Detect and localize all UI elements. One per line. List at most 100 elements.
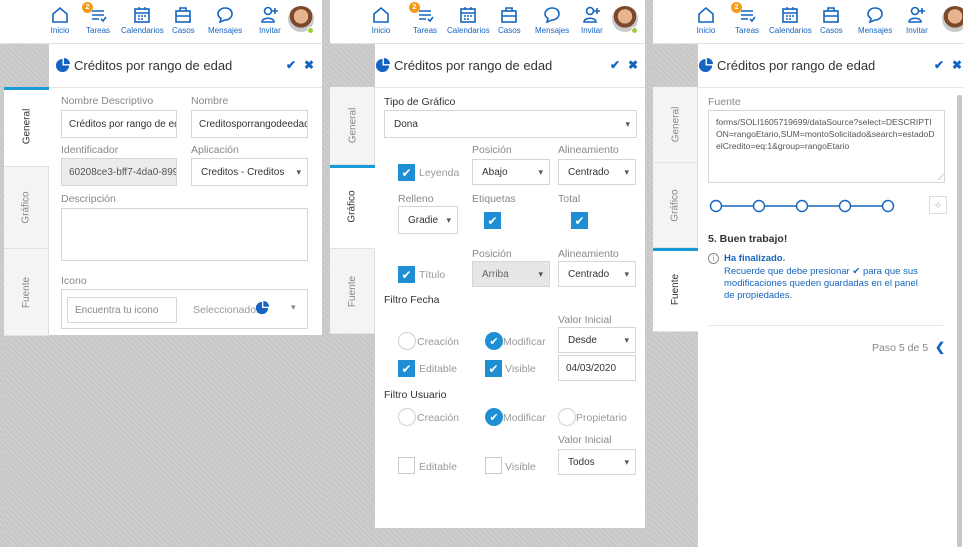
titulo-checkbox[interactable]: ✔ [398,266,415,283]
tab-general[interactable]: General [4,87,49,167]
nav-casos-label: Casos [820,26,843,35]
tab-fuente-label: Fuente [346,275,358,307]
confirm-button[interactable]: ✔ [934,58,944,72]
confirm-button[interactable]: ✔ [610,58,620,72]
leyenda-label: Leyenda [419,167,460,179]
fecha-date-input[interactable]: 04/03/2020 [558,355,636,381]
relleno-select[interactable]: Gradie ▾ [398,206,458,234]
tab-fuente-label: Fuente [669,273,681,306]
fecha-modificar-radio[interactable]: ✔ [485,332,503,350]
total-checkbox[interactable]: ✔ [571,212,588,229]
tabs-bottom-filler [330,334,375,547]
fecha-creacion-radio[interactable] [398,332,416,350]
nav-casos[interactable]: Casos [820,5,843,35]
usuario-valor-select[interactable]: Todos ▾ [558,449,636,475]
aplicacion-select[interactable]: Creditos - Creditos ▾ [191,158,308,186]
panel-title: Créditos por rango de edad [394,58,553,73]
close-button[interactable]: ✖ [952,58,962,72]
nav-tareas[interactable]: 2 Tareas [82,2,110,35]
fuente-textarea[interactable]: forms/SOLI1605719699/dataSource?select=D… [708,110,945,183]
home-icon [373,6,389,23]
nav-calendarios[interactable]: Calendarios [447,5,490,35]
nav-mensajes[interactable]: Mensajes [208,5,242,35]
panel-divider-1 [322,0,330,547]
usuario-propietario-radio[interactable] [558,408,576,426]
tab-grafico-label: Gráfico [346,190,358,223]
nav-invitar[interactable]: Invitar [906,5,928,35]
descripcion-textarea[interactable] [61,208,308,261]
tab-fuente[interactable]: Fuente [653,248,698,332]
chat-icon [544,7,560,24]
fecha-valor-select[interactable]: Desde ▾ [558,327,636,353]
panel-fuente: Inicio 2 Tareas Calendarios Casos Mensaj… [653,0,963,547]
nav-invitar[interactable]: Invitar [581,5,603,35]
tareas-badge: 2 [409,2,420,13]
nav-mensajes[interactable]: Mensajes [858,5,892,35]
briefcase-icon [175,7,192,23]
usuario-modificar-radio[interactable]: ✔ [485,408,503,426]
scrollbar[interactable] [957,95,962,547]
tab-grafico[interactable]: Gráfico [4,167,49,249]
close-button[interactable]: ✖ [628,58,638,72]
tab-general[interactable]: General [330,87,375,165]
tab-general-label: General [669,106,681,143]
chevron-down-icon: ▾ [624,334,629,345]
usuario-creacion-radio[interactable] [398,408,416,426]
prev-step-chevron-icon[interactable]: ❮ [935,340,945,354]
leyenda-posicion-select[interactable]: Abajo ▾ [472,159,550,185]
panel-title: Créditos por rango de edad [74,58,233,73]
usuario-editable-checkbox[interactable] [398,457,415,474]
nav-calendarios[interactable]: Calendarios [121,5,164,35]
nav-mensajes[interactable]: Mensajes [535,5,569,35]
tab-fuente[interactable]: Fuente [4,249,49,336]
home-icon [698,6,714,23]
wizard-stepper [709,199,895,213]
icono-search-input[interactable]: Encuentra tu icono [67,297,177,323]
icono-chevron-icon[interactable]: ▾ [291,302,296,313]
tab-general[interactable]: General [653,87,698,163]
finished-message: Recuerde que debe presionar ✔ para que s… [724,266,924,302]
nav-invitar[interactable]: Invitar [259,5,281,35]
posicion-label: Posición [472,144,512,156]
total-label: Total [558,193,581,205]
nav-inicio[interactable]: Inicio [371,5,391,35]
usuario-visible-checkbox[interactable] [485,457,502,474]
nav-inicio-label: Inicio [371,26,391,35]
tab-grafico[interactable]: Gráfico [330,165,375,249]
nombre-descriptivo-input[interactable]: Créditos por rango de eda [61,110,177,138]
tab-grafico[interactable]: Gráfico [653,163,698,248]
titulo-alineamiento-select[interactable]: Centrado ▾ [558,261,636,287]
nav-casos[interactable]: Casos [172,5,195,35]
tabs-bottom-filler [653,332,698,547]
avatar[interactable] [942,6,963,32]
fecha-visible-checkbox[interactable]: ✔ [485,360,502,377]
tipo-grafico-select[interactable]: Dona ▾ [384,110,637,138]
leyenda-alineamiento-select[interactable]: Centrado ▾ [558,159,636,185]
aplicacion-label: Aplicación [191,144,239,156]
nav-invitar-label: Invitar [581,26,603,35]
close-button[interactable]: ✖ [304,58,314,72]
magic-wand-button[interactable]: ✧ [929,196,947,214]
nombre-input[interactable]: Creditosporrangodeedad [191,110,308,138]
tabs-top-filler [653,44,698,87]
nav-mensajes-label: Mensajes [858,26,893,35]
nav-inicio[interactable]: Inicio [696,5,716,35]
titulo-posicion-label: Posición [472,248,512,260]
nav-calendarios[interactable]: Calendarios [769,5,812,35]
fecha-editable-checkbox[interactable]: ✔ [398,360,415,377]
nav-casos-label: Casos [498,26,521,35]
leyenda-checkbox[interactable]: ✔ [398,164,415,181]
leyenda-alineamiento-value: Centrado [568,166,610,178]
tab-fuente[interactable]: Fuente [330,249,375,334]
fecha-valor-value: Desde [568,334,597,346]
nav-tareas[interactable]: 2 Tareas [409,2,437,35]
etiquetas-checkbox[interactable]: ✔ [484,212,501,229]
nav-inicio[interactable]: Inicio [50,5,70,35]
identificador-field: 60208ce3-bff7-4da0-8999 [61,158,177,186]
nav-tareas[interactable]: 2 Tareas [731,2,759,35]
add-user-icon [261,6,278,23]
nav-invitar-label: Invitar [259,26,281,35]
confirm-button[interactable]: ✔ [286,58,296,72]
nav-casos[interactable]: Casos [498,5,521,35]
finished-title: Ha finalizado. [724,253,786,264]
